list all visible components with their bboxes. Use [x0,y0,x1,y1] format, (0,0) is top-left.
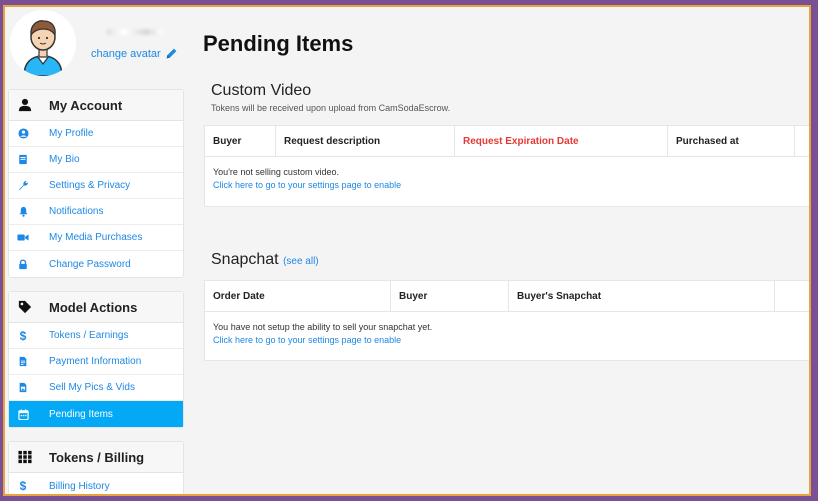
sidebar-item-change-password[interactable]: Change Password [9,251,183,277]
column-header-order-date: Order Date [205,281,391,311]
sidebar: change avatar My Account My Profile My B… [5,7,186,494]
wrench-icon [17,180,29,192]
sidebar-item-pending-items[interactable]: Pending Items [9,401,183,427]
column-header-actions [775,281,809,311]
snapchat-settings-link[interactable]: Click here to go to your settings page t… [213,334,801,347]
custom-video-settings-link[interactable]: Click here to go to your settings page t… [213,179,801,192]
page-title: Pending Items [203,31,354,56]
change-avatar-link[interactable]: change avatar [91,47,178,60]
sidebar-item-label: My Bio [49,154,80,165]
username-redacted [107,29,163,35]
column-header-request-expiration-date: Request Expiration Date [455,126,668,156]
sidebar-item-label: Sell My Pics & Vids [49,382,135,393]
pencil-icon [166,48,177,59]
sidebar-item-label: My Media Purchases [49,232,143,243]
column-header-buyer: Buyer [205,126,276,156]
snapchat-section-title: Snapchat (see all) [211,251,319,269]
sidebar-item-my-media-purchases[interactable]: My Media Purchases [9,225,183,251]
avatar[interactable] [10,10,76,76]
sidebar-item-label: Tokens / Earnings [49,330,129,341]
sidebar-item-label: Pending Items [49,408,113,420]
custom-video-empty-state: You're not selling custom video. Click h… [205,157,809,201]
menu-header-label: Tokens / Billing [49,449,145,465]
menu-group-my-account: My Account My Profile My Bio Settings & … [8,89,184,278]
sidebar-item-notifications[interactable]: Notifications [9,199,183,225]
main-content: Pending Items Custom Video Tokens will b… [201,7,809,494]
menu-group-tokens-billing: Tokens / Billing $ Billing History [8,441,184,494]
snapchat-see-all-link[interactable]: (see all) [283,256,319,267]
custom-video-message: You're not selling custom video. [213,167,339,177]
sidebar-item-settings-privacy[interactable]: Settings & Privacy [9,173,183,199]
sidebar-item-my-bio[interactable]: My Bio [9,147,183,173]
custom-video-table-header: Buyer Request description Request Expira… [205,126,809,157]
sidebar-item-sell-pics-vids[interactable]: Sell My Pics & Vids [9,375,183,401]
user-circle-icon [17,128,29,140]
app-window: change avatar My Account My Profile My B… [3,5,811,496]
sidebar-item-label: Settings & Privacy [49,180,131,191]
snapchat-table-header: Order Date Buyer Buyer's Snapchat [205,281,809,312]
column-header-purchased-at: Purchased at [668,126,795,156]
sidebar-item-label: My Profile [49,128,94,139]
dollar-icon: $ [19,479,27,493]
column-header-actions [795,126,809,156]
snapchat-title: Snapchat [211,251,279,268]
dollar-icon: $ [19,328,27,343]
menu-header-my-account: My Account [9,90,183,121]
tag-icon [17,299,33,315]
sidebar-item-tokens-earnings[interactable]: $ Tokens / Earnings [9,323,183,349]
change-avatar-label: change avatar [91,47,161,60]
sidebar-item-label: Notifications [49,206,104,217]
menu-header-tokens-billing: Tokens / Billing [9,442,183,473]
custom-video-panel: Buyer Request description Request Expira… [204,125,809,207]
bell-icon [17,206,29,218]
snapchat-message: You have not setup the ability to sell y… [213,322,433,332]
column-header-buyer: Buyer [391,281,509,311]
user-avatar-icon [10,10,76,76]
file-invoice-icon [17,356,29,368]
menu-header-label: Model Actions [49,299,138,315]
menu-header-label: My Account [49,97,123,113]
user-icon [17,97,33,113]
custom-video-title: Custom Video [211,82,312,99]
menu-header-model-actions: Model Actions [9,292,183,323]
snapchat-empty-state: You have not setup the ability to sell y… [205,312,809,356]
menu-group-model-actions: Model Actions $ Tokens / Earnings Paymen… [8,291,184,428]
sidebar-item-payment-information[interactable]: Payment Information [9,349,183,375]
column-header-request-description: Request description [276,126,455,156]
column-header-buyers-snapchat: Buyer's Snapchat [509,281,775,311]
sidebar-item-label: Payment Information [49,356,142,367]
sidebar-item-billing-history[interactable]: $ Billing History [9,473,183,494]
sidebar-item-label: Change Password [49,258,131,270]
custom-video-subtitle: Tokens will be received upon upload from… [211,103,451,113]
video-camera-icon [17,232,29,244]
profile-section: change avatar [5,7,186,87]
grid-icon [17,449,33,465]
file-image-icon [17,382,29,394]
sidebar-item-my-profile[interactable]: My Profile [9,121,183,147]
sidebar-item-label: Billing History [49,480,110,492]
snapchat-panel: Order Date Buyer Buyer's Snapchat You ha… [204,280,809,361]
lock-icon [17,258,29,270]
book-icon [17,154,29,166]
calendar-icon [17,408,29,420]
